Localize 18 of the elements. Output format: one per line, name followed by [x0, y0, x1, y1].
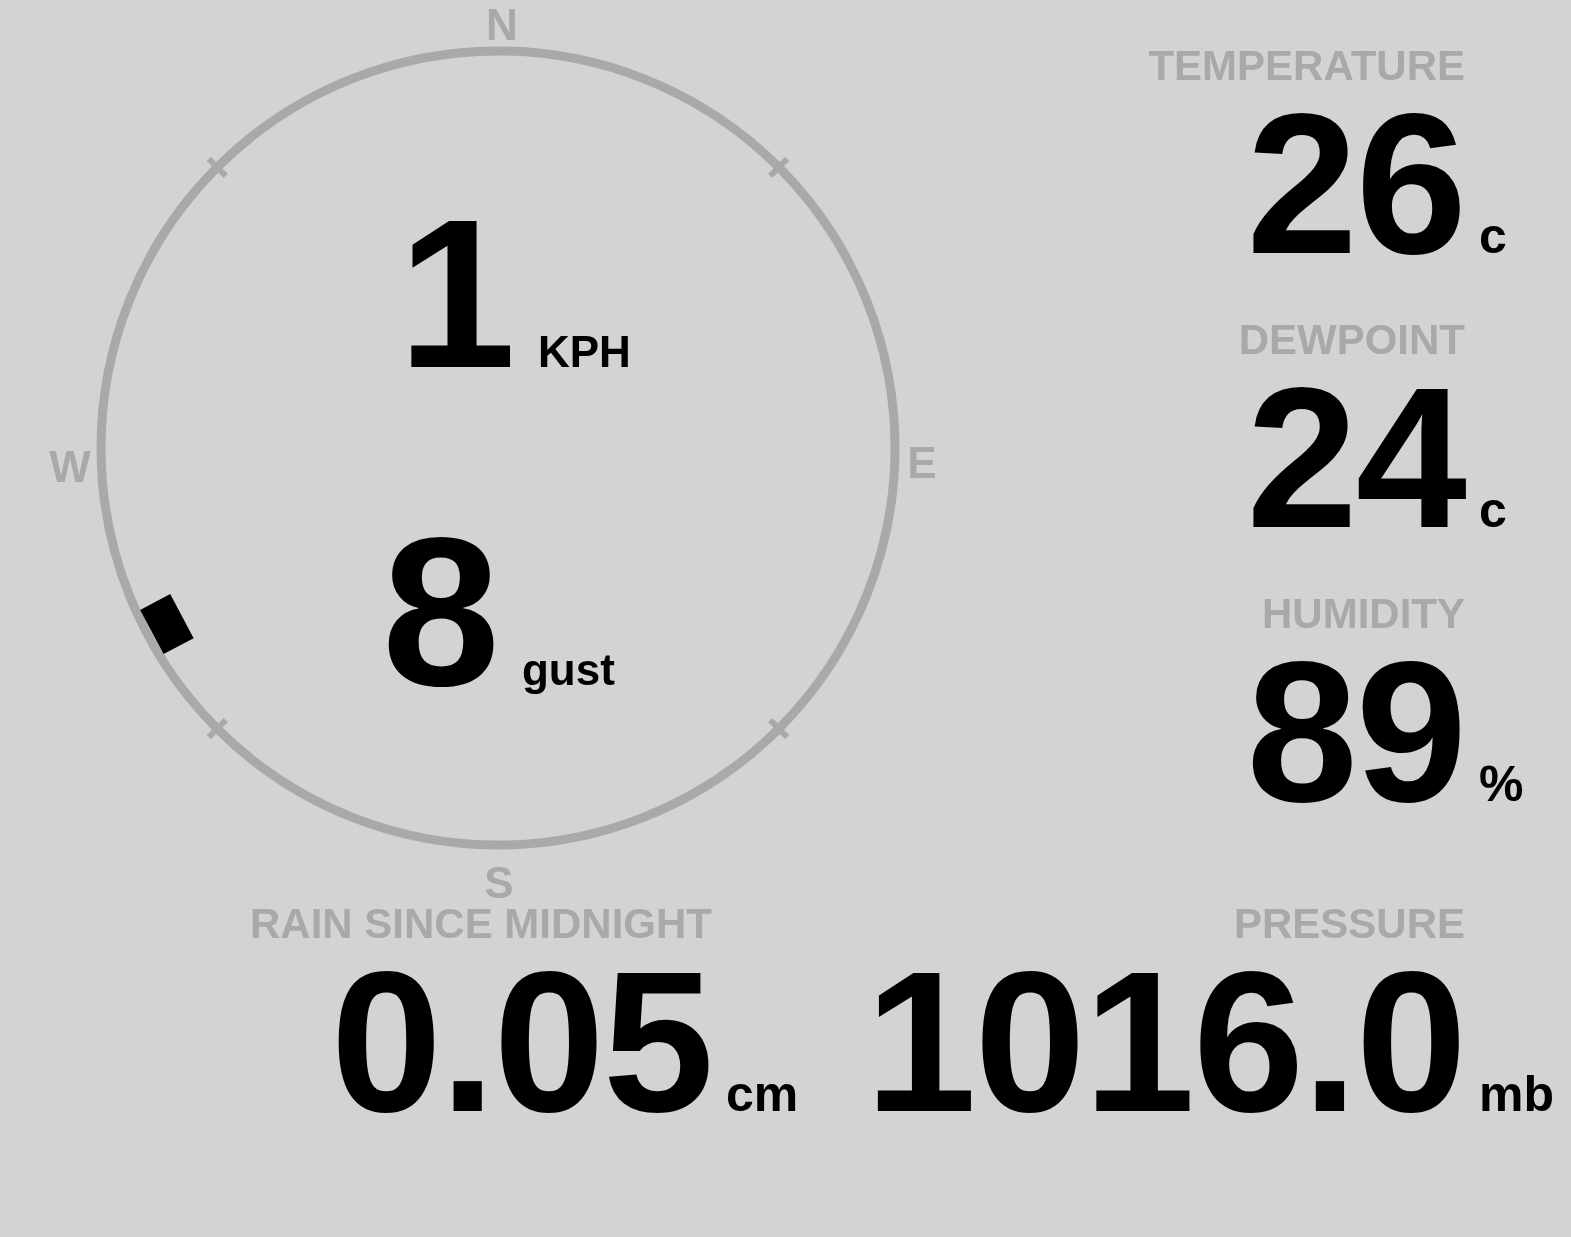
- gust-label: gust: [521, 645, 615, 695]
- rain-value: 0.05: [330, 942, 712, 1142]
- wind-speed-value: 1: [398, 188, 516, 400]
- dewpoint-value: 24: [1246, 358, 1465, 558]
- tick-mark: [206, 718, 228, 740]
- tick-mark: [768, 718, 790, 740]
- pressure-value: 1016.0: [865, 942, 1465, 1142]
- tick-mark: [768, 156, 790, 178]
- humidity-unit: %: [1479, 755, 1525, 814]
- humidity-value: 89: [1246, 632, 1465, 832]
- rain-unit: cm: [726, 1065, 800, 1124]
- tick-mark: [206, 156, 228, 178]
- temperature-unit: c: [1479, 207, 1508, 266]
- gust-speed-value: 8: [382, 506, 500, 718]
- wind-speed-unit: KPH: [537, 327, 631, 377]
- temperature-value: 26: [1246, 84, 1465, 284]
- pressure-unit: mb: [1479, 1065, 1555, 1124]
- dewpoint-unit: c: [1479, 481, 1508, 540]
